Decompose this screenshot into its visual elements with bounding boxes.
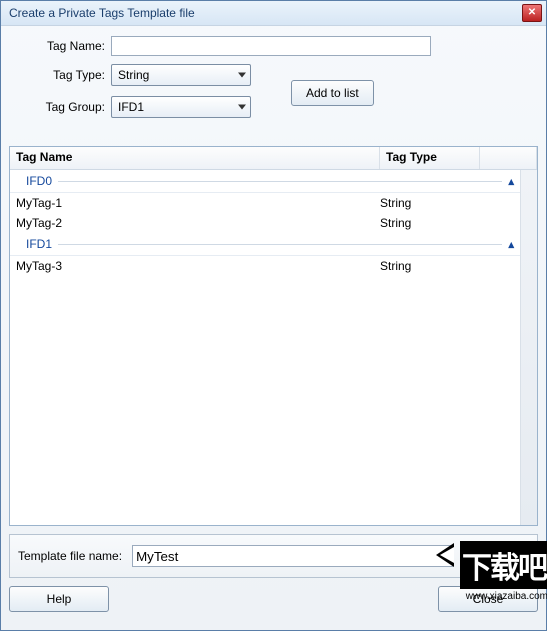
tag-name-label: Tag Name:: [15, 39, 111, 53]
column-header-spacer: [480, 147, 537, 169]
group-divider: [58, 244, 502, 245]
chevron-down-icon: [238, 105, 246, 110]
title-bar: Create a Private Tags Template file ✕: [1, 1, 546, 26]
tag-group-select[interactable]: IFD1: [111, 96, 251, 118]
group-row-ifd0[interactable]: IFD0 ▴: [10, 170, 520, 193]
table-row[interactable]: MyTag-1 String: [10, 193, 520, 213]
vertical-scrollbar[interactable]: [520, 170, 537, 525]
cell-tag-name: MyTag-1: [10, 196, 380, 210]
dialog-window: Create a Private Tags Template file ✕ Ta…: [0, 0, 547, 631]
cell-tag-name: MyTag-3: [10, 259, 380, 273]
add-to-list-button[interactable]: Add to list: [291, 80, 374, 106]
help-button-label: Help: [47, 592, 72, 606]
tag-group-label: Tag Group:: [15, 100, 111, 114]
collapse-icon[interactable]: ▴: [508, 238, 514, 251]
chevron-down-icon: [238, 73, 246, 78]
tag-type-value: String: [118, 68, 149, 82]
table-row[interactable]: MyTag-3 String: [10, 256, 520, 276]
cell-tag-name: MyTag-2: [10, 216, 380, 230]
cell-tag-type: String: [380, 259, 480, 273]
close-button-label: Close: [473, 592, 504, 606]
collapse-icon[interactable]: ▴: [508, 175, 514, 188]
close-button[interactable]: Close: [438, 586, 538, 612]
table-body: IFD0 ▴ MyTag-1 String MyTag-2 String IFD…: [10, 170, 520, 525]
group-row-ifd1[interactable]: IFD1 ▴: [10, 233, 520, 256]
close-icon[interactable]: ✕: [522, 4, 542, 22]
template-file-input[interactable]: [132, 545, 453, 567]
footer: Help Close: [1, 586, 546, 620]
column-header-type[interactable]: Tag Type: [380, 147, 480, 169]
add-to-list-label: Add to list: [306, 86, 359, 100]
help-button[interactable]: Help: [9, 586, 109, 612]
table-header: Tag Name Tag Type: [10, 147, 537, 170]
column-header-name[interactable]: Tag Name: [10, 147, 380, 169]
table-row[interactable]: MyTag-2 String: [10, 213, 520, 233]
tags-table: Tag Name Tag Type IFD0 ▴ MyTag-1 String …: [9, 146, 538, 526]
tag-type-label: Tag Type:: [15, 68, 111, 82]
cell-tag-type: String: [380, 216, 480, 230]
template-area: Template file name: Create: [9, 534, 538, 578]
tag-group-value: IFD1: [118, 100, 144, 114]
window-title: Create a Private Tags Template file: [5, 6, 522, 20]
group-divider: [58, 181, 502, 182]
group-name: IFD1: [16, 237, 52, 251]
cell-tag-type: String: [380, 196, 480, 210]
create-button[interactable]: Create: [463, 543, 529, 569]
tag-type-select[interactable]: String: [111, 64, 251, 86]
create-button-label: Create: [478, 549, 514, 563]
tag-name-input[interactable]: [111, 36, 431, 56]
group-name: IFD0: [16, 174, 52, 188]
template-file-label: Template file name:: [18, 549, 122, 563]
form-area: Tag Name: Tag Type: String Tag Group: IF…: [1, 26, 546, 140]
